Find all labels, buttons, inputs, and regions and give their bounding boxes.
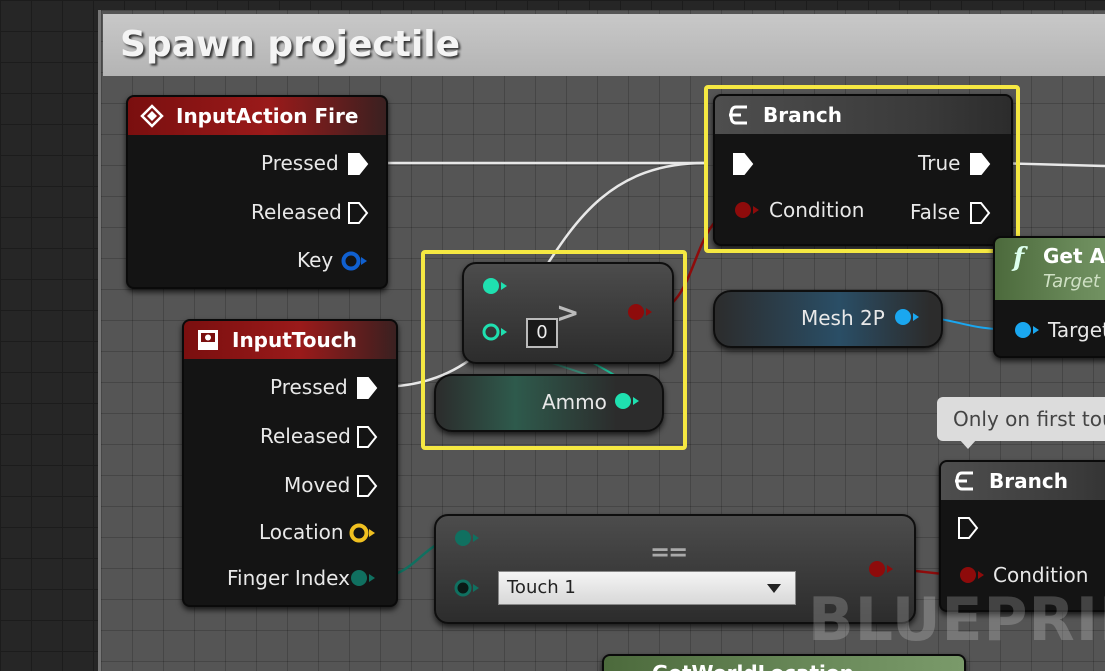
object-pin-mesh-out[interactable] — [892, 307, 922, 327]
pin-label-pressed: Pressed — [261, 151, 339, 175]
node-title: InputAction Fire — [176, 104, 359, 128]
node-title: InputTouch — [232, 328, 357, 352]
pin-label-moved: Moved — [284, 473, 351, 497]
exec-pin-released[interactable] — [347, 201, 369, 225]
bubble-tail — [959, 439, 977, 449]
exec-pin-pressed[interactable] — [356, 376, 378, 400]
selection-highlight-compare — [421, 250, 687, 450]
get-world-location-node[interactable]: GetWorldLocation — [602, 654, 966, 671]
node-title: GetWorldLocation — [652, 661, 854, 671]
bool-pin-condition[interactable] — [957, 565, 987, 585]
selection-highlight-branch — [704, 85, 1020, 253]
input-action-icon — [140, 104, 164, 128]
exec-pin-released[interactable] — [356, 425, 378, 449]
touch-icon — [198, 330, 218, 350]
node-title: Branch — [989, 469, 1068, 493]
pin-label-released: Released — [260, 424, 351, 448]
pin-label-finger-index: Finger Index — [227, 566, 350, 590]
pin-label-pressed: Pressed — [270, 375, 348, 399]
object-pin-target[interactable] — [1012, 320, 1042, 340]
pin-label-key: Key — [297, 248, 334, 272]
blueprint-watermark: BLUEPRINT — [808, 585, 1105, 655]
exec-pin-in[interactable] — [957, 516, 979, 540]
function-icon: f — [1013, 243, 1025, 273]
pin-label-location: Location — [259, 520, 344, 544]
int-pin-a[interactable] — [452, 528, 482, 548]
vector-pin-location[interactable] — [348, 523, 378, 543]
pin-label-target: Target — [1048, 318, 1105, 342]
comment-bubble: Only on first tou — [937, 397, 1105, 449]
exec-pin-moved[interactable] — [356, 474, 378, 498]
touch-index-dropdown[interactable]: Touch 1 — [498, 571, 796, 605]
branch-icon — [955, 471, 973, 491]
node-subtitle: Target — [1043, 271, 1101, 292]
operator-label: == — [650, 538, 688, 566]
chevron-down-icon — [767, 584, 781, 593]
graph-canvas[interactable]: Spawn projectile InputAction Fire Presse… — [0, 0, 1105, 671]
key-pin[interactable] — [340, 251, 370, 271]
dropdown-value: Touch 1 — [507, 577, 576, 598]
int-pin-finger-index[interactable] — [348, 568, 378, 588]
pin-label-released: Released — [251, 200, 342, 224]
mesh2p-label: Mesh 2P — [801, 306, 885, 330]
bool-pin-result[interactable] — [866, 559, 896, 579]
input-touch-node[interactable]: InputTouch — [182, 319, 398, 607]
int-pin-b[interactable] — [452, 578, 482, 598]
exec-pin-pressed[interactable] — [347, 152, 369, 176]
comment-bubble-text: Only on first tou — [953, 407, 1105, 431]
pin-label-condition: Condition — [993, 563, 1089, 587]
